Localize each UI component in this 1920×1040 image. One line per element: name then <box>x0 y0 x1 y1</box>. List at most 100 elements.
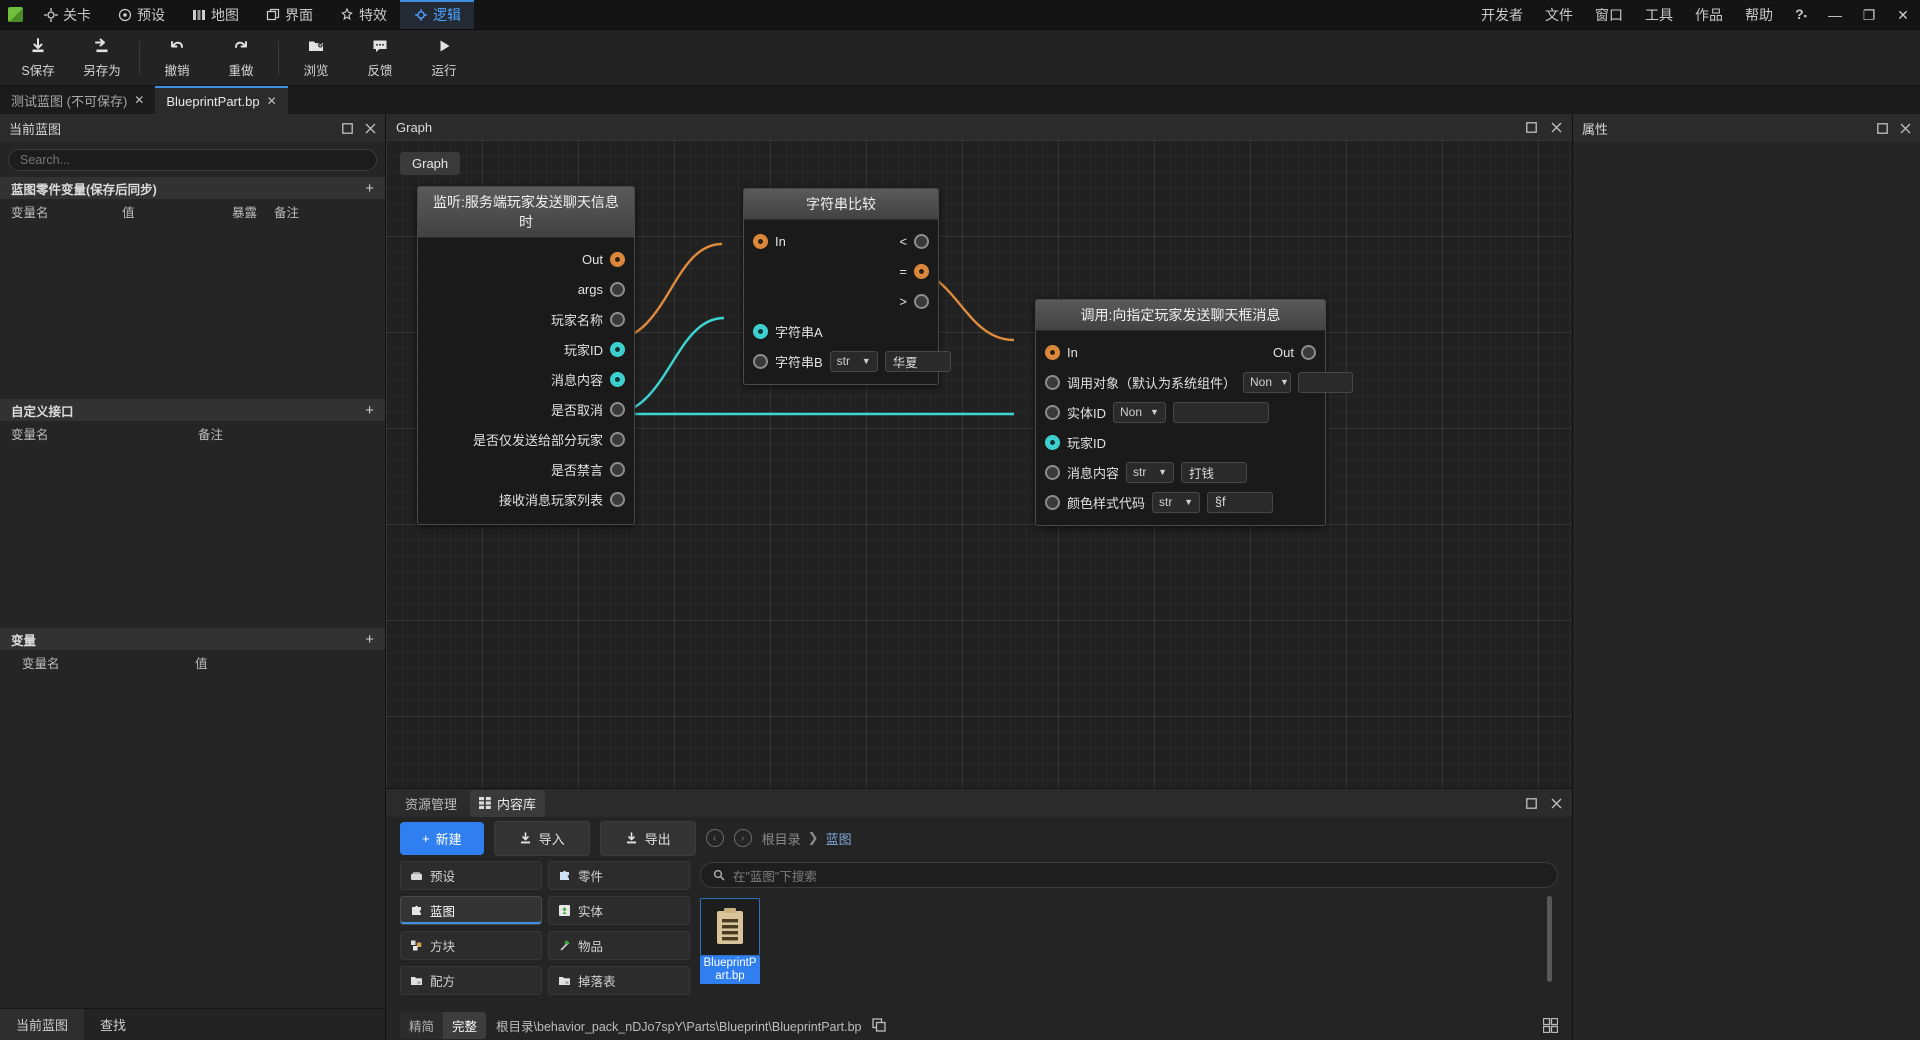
pin-exec-greater-than[interactable] <box>914 293 929 309</box>
pin-data-player-name[interactable] <box>610 311 625 327</box>
restore-panel-icon[interactable] <box>1526 797 1537 809</box>
category-entity[interactable]: 实体 <box>548 896 690 925</box>
category-item[interactable]: 物品 <box>548 931 690 960</box>
pin-row-player-name[interactable]: 玩家名称 <box>418 304 634 334</box>
close-panel-icon[interactable] <box>1900 123 1911 134</box>
category-block[interactable]: 方块 <box>400 931 542 960</box>
pin-row-cancelled[interactable]: 是否取消 <box>418 394 634 424</box>
pin-data-entity-id[interactable] <box>1045 404 1060 420</box>
category-recipe[interactable]: 配方 <box>400 966 542 995</box>
entity-id-type-select[interactable]: Non ▼ <box>1113 401 1166 423</box>
string-b-type-select[interactable]: str ▼ <box>829 350 878 372</box>
minimize-button[interactable]: — <box>1818 0 1852 30</box>
search-input[interactable] <box>8 149 377 171</box>
pin-exec-in[interactable] <box>1045 344 1060 360</box>
close-panel-icon[interactable] <box>1551 122 1562 133</box>
redo-button[interactable]: 重做 <box>209 32 273 84</box>
call-target-select[interactable]: Non ▼ <box>1243 371 1292 393</box>
close-panel-icon[interactable] <box>1551 798 1562 809</box>
copy-icon[interactable] <box>871 1018 886 1032</box>
pin-exec-equal[interactable] <box>914 263 929 279</box>
pin-data-string-b[interactable] <box>753 353 768 369</box>
pin-row-message-content[interactable]: 消息内容 str ▼ 打钱 <box>1036 457 1325 487</box>
pin-row-equal[interactable]: = <box>890 256 938 286</box>
section-header-custom-interface[interactable]: 自定义接口 + <box>0 399 385 421</box>
menu-tab-ui[interactable]: 界面 <box>252 0 326 29</box>
close-icon[interactable]: ✕ <box>267 94 277 108</box>
browse-button[interactable]: 浏览 <box>284 32 348 84</box>
pin-row-receiver-list[interactable]: 接收消息玩家列表 <box>418 484 634 514</box>
color-code-type-select[interactable]: str ▼ <box>1152 491 1201 513</box>
node-listen-chat[interactable]: 监听:服务端玩家发送聊天信息时 Out args 玩家名称 玩家ID 消息内容 … <box>417 186 635 525</box>
pin-data-string-a[interactable] <box>753 323 768 339</box>
node-send-chat[interactable]: 调用:向指定玩家发送聊天框消息 In Out 调用对象（默认为系统组件） Non… <box>1035 299 1354 526</box>
nav-forward-button[interactable]: › <box>733 829 752 847</box>
graph-canvas[interactable]: Graph 监听:服务端玩家发送聊天信息时 Out args 玩家名称 玩家ID… <box>386 140 1572 788</box>
pin-data-cancelled[interactable] <box>610 401 625 417</box>
pin-row-player-id[interactable]: 玩家ID <box>418 334 634 364</box>
document-tab-test-blueprint[interactable]: 测试蓝图 (不可保存) ✕ <box>0 86 156 114</box>
save-button[interactable]: S保存 <box>6 32 70 84</box>
menu-tab-level[interactable]: 关卡 <box>30 0 104 29</box>
view-mode-simple[interactable]: 精简 <box>400 1012 443 1039</box>
pin-data-args[interactable] <box>610 281 625 297</box>
pin-row-muted[interactable]: 是否禁言 <box>418 454 634 484</box>
nav-back-button[interactable]: ‹ <box>705 829 724 847</box>
section-header-part-variables[interactable]: 蓝图零件变量(保存后同步) + <box>0 177 385 199</box>
pin-data-player-id[interactable] <box>1045 434 1060 450</box>
menu-item-help[interactable]: 帮助 <box>1734 0 1784 30</box>
breadcrumb-current[interactable]: 蓝图 <box>826 829 852 848</box>
pin-row-call-target[interactable]: 调用对象（默认为系统组件） Non ▼ <box>1036 367 1354 397</box>
category-parts[interactable]: 零件 <box>548 861 690 890</box>
pin-row-partial-send[interactable]: 是否仅发送给部分玩家 <box>418 424 634 454</box>
node-string-compare[interactable]: 字符串比较 In < = > 字符串A 字符串B str ▼ 华夏 <box>743 188 951 385</box>
document-tab-blueprintpart[interactable]: BlueprintPart.bp ✕ <box>155 86 288 114</box>
save-as-button[interactable]: 另存为 <box>70 32 134 84</box>
view-mode-full[interactable]: 完整 <box>443 1011 487 1039</box>
pin-row-player-id[interactable]: 玩家ID <box>1036 427 1325 457</box>
restore-panel-icon[interactable] <box>1526 121 1537 133</box>
pin-data-message[interactable] <box>610 371 625 387</box>
pin-row-out[interactable]: Out <box>418 244 634 274</box>
pin-data-player-id[interactable] <box>610 341 625 357</box>
menu-item-window[interactable]: 窗口 <box>1584 0 1634 30</box>
file-grid-scrollbar[interactable] <box>1547 896 1552 982</box>
section-header-variables[interactable]: 变量 + <box>0 628 385 650</box>
category-blueprint[interactable]: 蓝图 <box>400 896 542 925</box>
pin-row-entity-id[interactable]: 实体ID Non ▼ <box>1036 397 1325 427</box>
run-button[interactable]: 运行 <box>412 32 476 84</box>
maximize-button[interactable]: ❐ <box>1852 0 1886 30</box>
string-b-value-field[interactable]: 华夏 <box>884 350 951 372</box>
pin-row-message[interactable]: 消息内容 <box>418 364 634 394</box>
pin-exec-out[interactable] <box>1301 344 1316 360</box>
pin-row-in[interactable]: In <box>744 226 890 256</box>
pin-data-call-target[interactable] <box>1045 374 1060 390</box>
call-target-value-field[interactable] <box>1298 371 1354 393</box>
pin-exec-out[interactable] <box>610 251 625 267</box>
file-grid[interactable]: BlueprintPart.bp <box>700 888 1558 1010</box>
message-value-field[interactable]: 打钱 <box>1181 461 1248 483</box>
close-icon[interactable]: ✕ <box>134 93 144 107</box>
footer-tab-find[interactable]: 查找 <box>84 1009 142 1040</box>
pin-data-color-code[interactable] <box>1045 494 1060 510</box>
menu-item-file[interactable]: 文件 <box>1534 0 1584 30</box>
pin-data-receiver-list[interactable] <box>610 491 625 507</box>
restore-panel-icon[interactable] <box>342 122 353 134</box>
feedback-button[interactable]: 反馈 <box>348 32 412 84</box>
menu-item-developer[interactable]: 开发者 <box>1470 0 1534 30</box>
pin-row-string-b[interactable]: 字符串B str ▼ 华夏 <box>744 346 951 376</box>
pin-row-less-than[interactable]: < <box>890 226 938 256</box>
pin-row-greater-than[interactable]: > <box>890 286 938 316</box>
pin-exec-less-than[interactable] <box>914 233 929 249</box>
message-type-select[interactable]: str ▼ <box>1126 461 1175 483</box>
question-mark-icon[interactable]: ?▪ <box>1784 0 1818 31</box>
grid-view-icon[interactable] <box>1543 1017 1558 1033</box>
pin-row-in-out[interactable]: In Out <box>1036 337 1325 367</box>
menu-tab-map[interactable]: 地图 <box>178 0 252 29</box>
footer-tab-current-blueprint[interactable]: 当前蓝图 <box>0 1009 85 1040</box>
tab-content-library[interactable]: 内容库 <box>470 789 546 817</box>
category-preset[interactable]: 预设 <box>400 861 542 890</box>
add-variable-button[interactable]: + <box>365 180 374 197</box>
pin-row-string-a[interactable]: 字符串A <box>744 316 938 346</box>
close-button[interactable]: ✕ <box>1886 0 1920 30</box>
